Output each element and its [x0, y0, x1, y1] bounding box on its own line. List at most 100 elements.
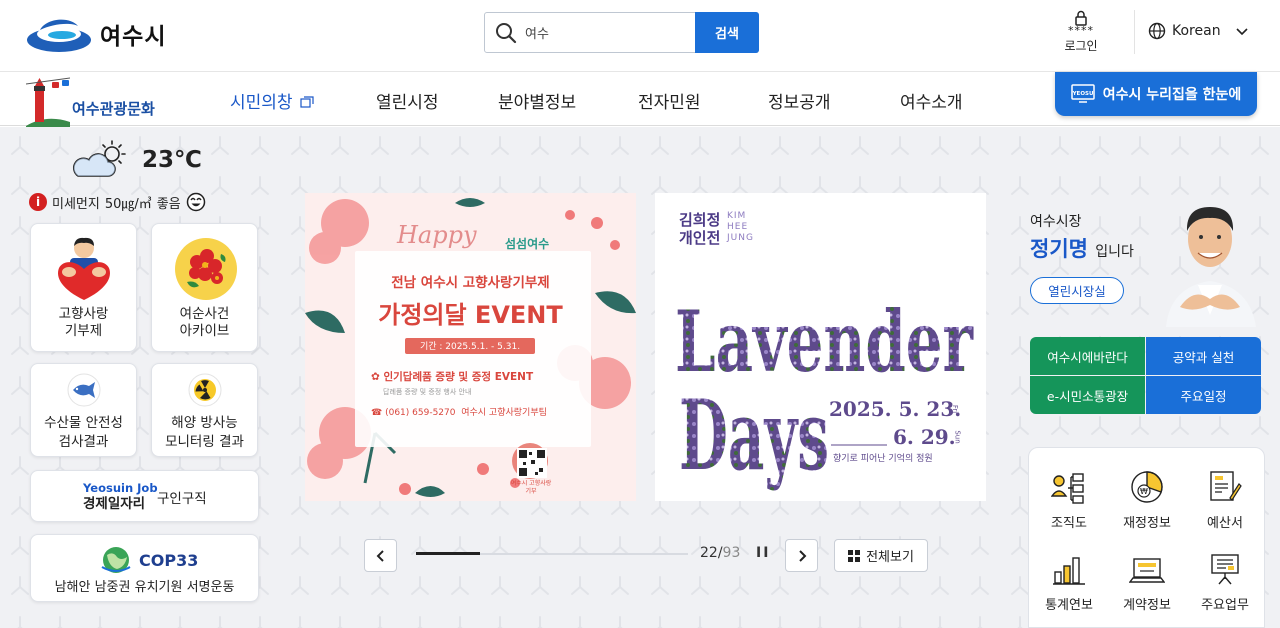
main-work-label: 주요업무 [1201, 598, 1249, 613]
yeosu-logo-icon [27, 19, 91, 52]
slider-pause-button[interactable]: II [756, 545, 770, 561]
job-brand-ko: 경제일자리 [83, 496, 146, 512]
language-selector[interactable]: Korean [1148, 22, 1249, 40]
org-chart-link[interactable]: 조직도 [1033, 464, 1105, 531]
yeosun-archive-link[interactable]: 여순사건 아카이브 [151, 223, 258, 352]
job-brand-en: Yeosuin Job [83, 481, 158, 495]
laptop-icon [1129, 558, 1165, 583]
login-button[interactable]: **** 로그인 [1056, 10, 1106, 54]
cop33-brand-text: COP33 [139, 550, 199, 570]
budget-book-label: 예산서 [1207, 516, 1243, 531]
login-label: 로그인 [1064, 39, 1098, 53]
hometown-donation-link[interactable]: 고향사랑 기부제 [30, 223, 137, 352]
banner2-date-start: 2025. 5. 23. [829, 397, 962, 421]
budget-book-link[interactable]: 예산서 [1189, 464, 1261, 531]
dust-status: 좋음 [156, 196, 181, 212]
bar-chart-icon [1053, 557, 1085, 585]
chevron-right-icon [798, 549, 806, 562]
slider-progress [416, 552, 688, 555]
grid-icon [848, 549, 861, 562]
banner2-artist-ko-1: 김희정 [679, 211, 721, 229]
banner1-desc: ✿ 인기답례품 증량 및 증정 EVENT [371, 371, 534, 383]
nav-item-disclosure[interactable]: 정보공개 [768, 88, 831, 113]
tour-label: 여수관광문화 [72, 99, 155, 118]
site-logo[interactable]: 여수시 [26, 14, 166, 54]
banner2-tagline: 향기로 피어난 기억의 정원 [833, 454, 933, 464]
banner1-script: Happy [397, 221, 477, 249]
link-e-citizen-square[interactable]: e-시민소통광장 [1030, 376, 1145, 414]
nav-item-citizen[interactable]: 시민의창 [230, 88, 314, 113]
link-pledges[interactable]: 공약과 실천 [1146, 337, 1261, 375]
banner1-contact: ☎ (061) 659-5270 여수시 고향사랑기부팀 [371, 408, 547, 418]
view-all-label: 전체보기 [866, 550, 914, 565]
banner2-artist-ko: 김희정 개인전 [679, 211, 720, 247]
dust-prefix: 미세먼지 [52, 196, 100, 212]
mayor-suffix: 입니다 [1095, 244, 1134, 260]
banner-family-month-event[interactable]: Happy 섬섬여수 전남 여수시 고향사랑기부제 가정의달 EVENT 기간 … [305, 193, 636, 501]
info-icon: i [29, 193, 47, 211]
link-main-schedule[interactable]: 주요일정 [1146, 376, 1261, 414]
seafood-safety-link[interactable]: 수산물 안전성 검사결과 [30, 363, 137, 457]
cop33-campaign-link[interactable]: COP33 남해안 남중권 유치기원 서명운동 [30, 534, 259, 602]
view-all-button[interactable]: 전체보기 [834, 539, 928, 572]
portal-badge-text: YEOSU [1071, 91, 1093, 97]
job-label: 구인구직 [157, 491, 207, 507]
slider-next-button[interactable] [785, 539, 818, 572]
cop33-label: 남해안 남중권 유치기원 서명운동 [54, 580, 235, 595]
search-button[interactable]: 검색 [695, 12, 759, 53]
banner2-date-end-day: Sun [953, 430, 962, 444]
logo-text: 여수시 [100, 24, 167, 50]
weather-widget: 23℃ [70, 140, 202, 180]
fish-icon [67, 373, 101, 407]
svg-text:₩: ₩ [1140, 487, 1148, 496]
contract-info-link[interactable]: 계약정보 [1111, 546, 1183, 613]
portal-button-label: 여수시 누리집을 한눈에 [1102, 87, 1242, 103]
globe-icon [1148, 22, 1166, 40]
monitor-icon: YEOSU [1070, 84, 1095, 103]
banner-lavender-days[interactable]: Lavender Days 김희정 개인전 KIM HEE JUNG 2025.… [655, 193, 986, 501]
slider-counter: 22/93 [700, 545, 741, 561]
seafood-label-1: 수산물 안전성 [44, 415, 123, 431]
open-mayor-office-button[interactable]: 열린시장실 [1030, 277, 1124, 304]
stats-yearbook-link[interactable]: 통계연보 [1033, 546, 1105, 613]
nav-label-citizen: 시민의창 [230, 93, 293, 113]
mayor-link-grid: 여수시에바란다 공약과 실천 e-시민소통광장 주요일정 [1030, 337, 1261, 414]
banner2-title-line2: Days [679, 379, 829, 492]
radiation-label-1: 해양 방사능 [171, 415, 238, 431]
earth-icon [101, 547, 131, 573]
nav-item-field-info[interactable]: 분야별정보 [498, 88, 576, 113]
radiation-monitoring-link[interactable]: 해양 방사능 모니터링 결과 [151, 363, 258, 457]
login-stars: **** [1068, 24, 1094, 37]
org-chart-label: 조직도 [1051, 516, 1087, 531]
link-wish-to-yeosu[interactable]: 여수시에바란다 [1030, 337, 1145, 375]
banner2-date-start-day: Fri [951, 404, 960, 414]
hometown-donation-icon [58, 237, 110, 300]
stats-yearbook-label: 통계연보 [1045, 598, 1093, 613]
banner2-artist-en-1: KIM [727, 211, 747, 221]
banner1-qr-caption: 여수시 고향사랑기부 [510, 480, 552, 495]
slider-prev-button[interactable] [364, 539, 397, 572]
nav-item-about[interactable]: 여수소개 [900, 88, 963, 113]
tour-link[interactable]: 여수관광문화 [26, 76, 155, 128]
banner2-date-end: 6. 29. [893, 425, 956, 449]
job-portal-link[interactable]: Yeosuin Job 경제일자리 구인구직 [30, 470, 259, 522]
new-window-icon [300, 96, 314, 108]
search-icon [496, 23, 517, 44]
document-pen-icon [1210, 471, 1242, 501]
nav-item-open-admin[interactable]: 열린시정 [376, 88, 439, 113]
banner1-dept: 여수시 고향사랑기부팀 [461, 408, 547, 418]
banner1-period: 기간 : 2025.5.1. - 5.31. [419, 342, 521, 352]
main-work-link[interactable]: 주요업무 [1189, 546, 1261, 613]
finance-info-link[interactable]: ₩ 재정정보 [1111, 464, 1183, 531]
chevron-down-icon [1235, 28, 1248, 36]
banner2-artist-en: KIM HEE JUNG [727, 211, 754, 244]
portal-overview-button[interactable]: YEOSU 여수시 누리집을 한눈에 [1055, 72, 1257, 116]
info-icon-panel: 조직도 ₩ 재정정보 예산서 통계연보 계약정보 주요업무 [1028, 447, 1265, 628]
banner2-title-line1: Lavender [675, 292, 974, 391]
mayor-section: 여수시장 정기명 입니다 [1030, 211, 1134, 263]
mayor-portrait [1166, 207, 1256, 327]
presentation-board-icon [1211, 554, 1239, 585]
hometown-label-2: 기부제 [64, 323, 103, 339]
nav-item-e-civil[interactable]: 전자민원 [638, 88, 701, 113]
contract-info-label: 계약정보 [1123, 598, 1171, 613]
